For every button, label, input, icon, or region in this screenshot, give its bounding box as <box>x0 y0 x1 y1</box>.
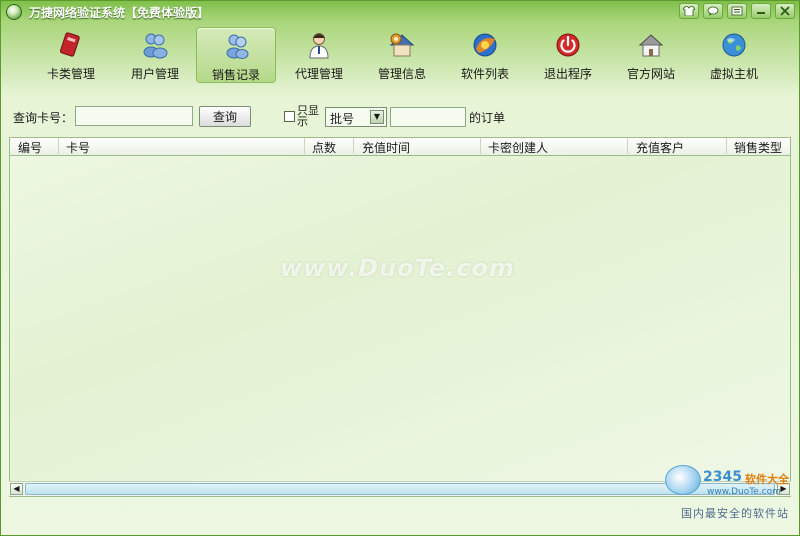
toolbar-item-label: 虚拟主机 <box>709 67 758 81</box>
agent-icon <box>309 33 329 59</box>
column-header-recharge-time[interactable]: 充值时间 <box>362 139 410 156</box>
toolbar-item-official-site[interactable]: 官方网站 <box>611 27 691 83</box>
query-button[interactable]: 查询 <box>199 106 251 127</box>
search-bar: 查询卡号： 查询 只显示 批号 ▼ 的订单 <box>9 105 793 133</box>
column-divider[interactable] <box>627 138 628 154</box>
window-buttons <box>679 3 795 19</box>
close-icon[interactable] <box>775 3 795 19</box>
main-toolbar: 卡类管理 用户管理 销售记录 代理管理 管理信息 软件列表 退出程序 官方网站 <box>31 27 791 87</box>
badge-slogan: 国内最安全的软件站 <box>681 507 789 520</box>
toolbar-item-label: 卡类管理 <box>46 67 95 81</box>
filter-select[interactable]: 批号 ▼ <box>325 107 387 127</box>
column-header-id[interactable]: 编号 <box>18 139 42 156</box>
scroll-left-icon[interactable]: ◀ <box>10 483 23 495</box>
badge-brand-text: 软件大全 <box>745 473 789 486</box>
filter-select-value: 批号 <box>330 112 355 126</box>
batch-number-input[interactable] <box>390 107 466 127</box>
mascot-icon <box>665 465 701 495</box>
menu-list-icon[interactable] <box>727 3 747 19</box>
toolbar-item-exit-program[interactable]: 退出程序 <box>528 27 608 83</box>
minimize-icon[interactable] <box>751 3 771 19</box>
chat-icon[interactable] <box>703 3 723 19</box>
card-icon <box>59 32 80 57</box>
only-show-checkbox[interactable] <box>284 111 295 122</box>
column-divider[interactable] <box>58 138 59 154</box>
card-number-input[interactable] <box>75 106 193 126</box>
toolbar-item-label: 软件列表 <box>460 67 509 81</box>
chevron-down-icon: ▼ <box>370 110 384 124</box>
app-logo-icon <box>6 4 22 20</box>
card-number-label: 查询卡号： <box>13 111 74 125</box>
column-divider[interactable] <box>726 138 727 154</box>
power-icon <box>556 33 580 57</box>
toolbar-item-label: 退出程序 <box>543 67 592 81</box>
house-gear-icon <box>389 33 415 57</box>
column-divider[interactable] <box>304 138 305 154</box>
column-header-points[interactable]: 点数 <box>312 139 336 156</box>
toolbar-item-label: 销售记录 <box>211 68 260 82</box>
column-divider[interactable] <box>353 138 354 154</box>
title-bar: 万捷网络验证系统【免费体验版】 <box>1 1 799 23</box>
globe-icon <box>722 33 746 57</box>
badge-url: www.DuoTe.com <box>707 487 781 497</box>
toolbar-item-software-list[interactable]: 软件列表 <box>445 27 525 83</box>
badge-brand-number: 2345 <box>703 469 742 485</box>
main-window: 万捷网络验证系统【免费体验版】 卡类管理 用户管理 销售记录 代理管理 管理信息… <box>0 0 800 536</box>
toolbar-item-virtual-host[interactable]: 虚拟主机 <box>694 27 774 83</box>
toolbar-item-user-management[interactable]: 用户管理 <box>115 27 195 83</box>
toolbar-item-label: 代理管理 <box>294 67 343 81</box>
toolbar-item-label: 官方网站 <box>626 67 675 81</box>
sales-records-table: 编号 卡号 点数 充值时间 卡密创建人 充值客户 销售类型 www.DuoTe.… <box>9 137 791 497</box>
site-badge: 2345 软件大全 www.DuoTe.com 国内最安全的软件站 <box>663 461 795 533</box>
software-icon <box>473 33 497 57</box>
column-header-sales-type[interactable]: 销售类型 <box>734 139 782 156</box>
toolbar-item-agent-management[interactable]: 代理管理 <box>279 27 359 83</box>
toolbar-item-label: 管理信息 <box>377 67 426 81</box>
users-icon <box>143 33 168 59</box>
toolbar-item-admin-info[interactable]: 管理信息 <box>362 27 442 83</box>
sales-icon <box>226 34 249 59</box>
column-header-card-number[interactable]: 卡号 <box>66 139 90 156</box>
window-title: 万捷网络验证系统【免费体验版】 <box>29 6 210 20</box>
table-header: 编号 卡号 点数 充值时间 卡密创建人 充值客户 销售类型 <box>10 138 790 156</box>
column-header-card-creator[interactable]: 卡密创建人 <box>488 139 548 156</box>
column-divider[interactable] <box>480 138 481 154</box>
home-icon <box>638 34 664 57</box>
toolbar-item-card-management[interactable]: 卡类管理 <box>31 27 111 83</box>
toolbar-item-label: 用户管理 <box>130 67 179 81</box>
orders-suffix-label: 的订单 <box>469 111 506 125</box>
watermark: www.DuoTe.com <box>280 254 515 282</box>
column-header-recharge-customer[interactable]: 充值客户 <box>636 139 684 156</box>
toolbar-item-sales-records[interactable]: 销售记录 <box>196 27 276 83</box>
skin-shirt-icon[interactable] <box>679 3 699 19</box>
only-show-label: 只显示 <box>297 104 319 128</box>
